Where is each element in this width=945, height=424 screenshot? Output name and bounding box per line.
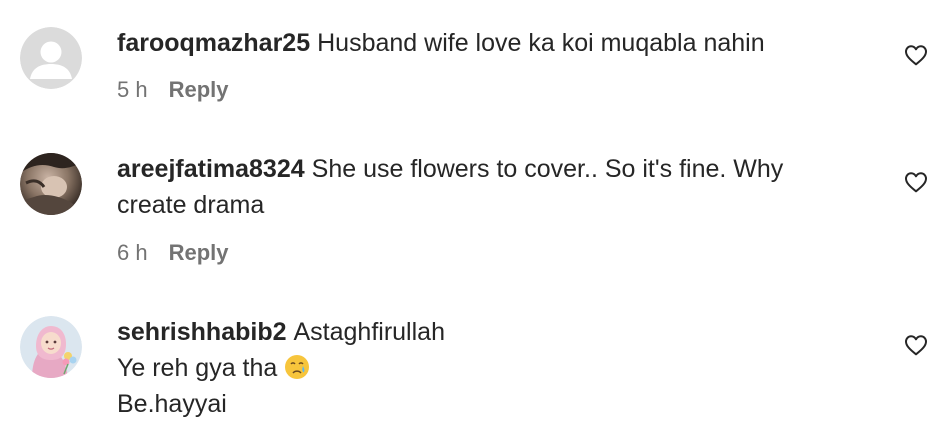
avatar[interactable] <box>20 316 82 378</box>
comment-time: 6 h <box>117 240 148 265</box>
comment-message-line: Ye reh gya tha <box>117 354 278 382</box>
comment-item: sehrishhabib2 Astaghfirullah Ye reh gya t… <box>0 290 945 424</box>
illustrated-avatar-icon <box>20 316 82 378</box>
reply-button[interactable]: Reply <box>169 240 229 265</box>
heart-outline-icon[interactable] <box>904 44 928 66</box>
comment-message-continued: create drama <box>117 191 265 219</box>
comment-message-continued: Be.hayyai <box>117 390 227 418</box>
comment-time: 5 h <box>117 77 148 102</box>
comment-text: sehrishhabib2 Astaghfirullah <box>117 314 865 350</box>
crying-face-emoji-icon <box>284 354 310 380</box>
comment-item: areejfatima8324 She use flowers to cover.… <box>0 130 945 290</box>
reply-button[interactable]: Reply <box>169 77 229 102</box>
comment-meta: 5 h Reply <box>117 76 229 104</box>
heart-outline-icon[interactable] <box>904 171 928 193</box>
heart-outline-icon[interactable] <box>904 334 928 356</box>
comment-username[interactable]: sehrishhabib2 <box>117 318 287 346</box>
avatar[interactable] <box>20 153 82 215</box>
comment-message-continued: Ye reh gya tha <box>117 350 865 386</box>
user-photo-icon <box>20 153 82 215</box>
comment-text: farooqmazhar25 Husband wife love ka koi m… <box>117 25 865 61</box>
comment-text: areejfatima8324 She use flowers to cover.… <box>117 151 865 187</box>
comment-meta: 6 h Reply <box>117 239 229 267</box>
comment-item: farooqmazhar25 Husband wife love ka koi m… <box>0 0 945 130</box>
comment-username[interactable]: areejfatima8324 <box>117 155 305 183</box>
default-profile-icon <box>20 27 82 89</box>
avatar[interactable] <box>20 27 82 89</box>
comment-message: She use flowers to cover.. So it's fine.… <box>311 155 784 183</box>
comment-username[interactable]: farooqmazhar25 <box>117 29 310 57</box>
comment-message: Astaghfirullah <box>293 318 445 346</box>
comment-message: Husband wife love ka koi muqabla nahin <box>317 29 765 57</box>
